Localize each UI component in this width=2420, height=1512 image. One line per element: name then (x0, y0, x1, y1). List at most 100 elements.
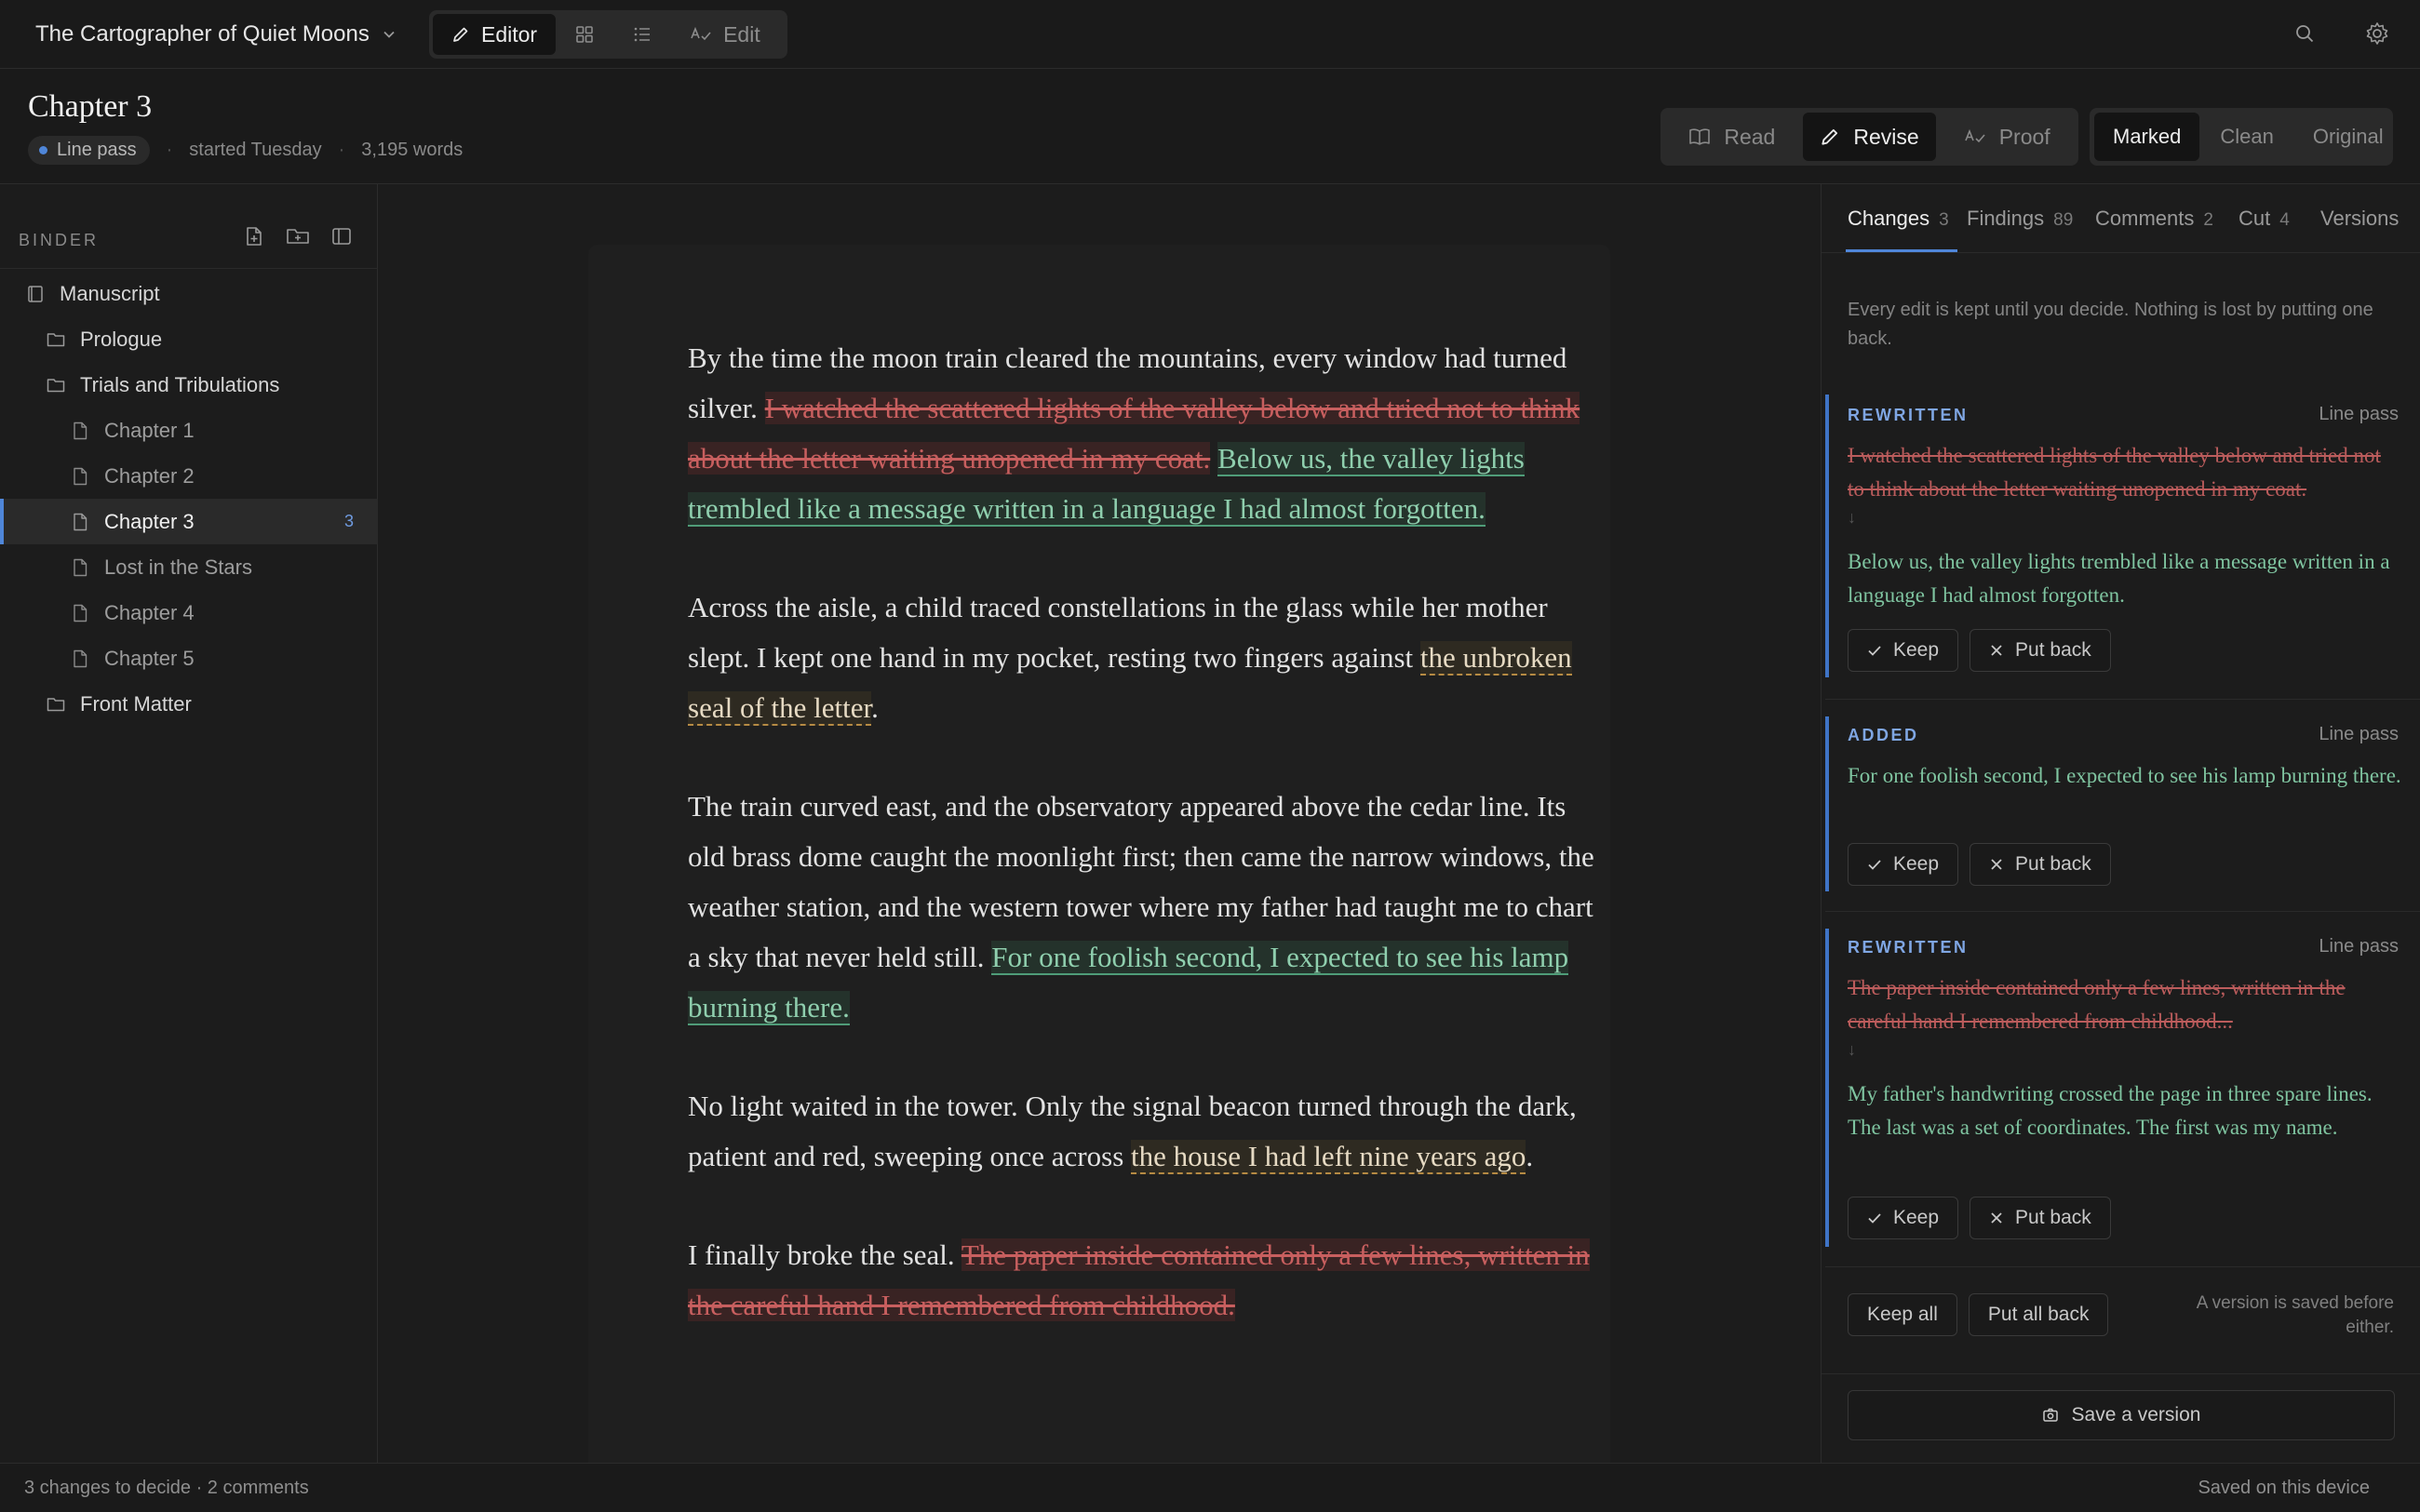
tab-comments[interactable]: Comments 2 (2095, 207, 2213, 231)
change-pass: Line pass (2319, 404, 2399, 424)
revised-text: My father's handwriting crossed the page… (1848, 1082, 2373, 1139)
mode-editor-label: Editor (481, 21, 538, 47)
settings-button[interactable] (2362, 19, 2392, 48)
status-dot-icon (39, 146, 47, 154)
binder-item-front-matter[interactable]: Front Matter (0, 681, 378, 727)
view-read-button[interactable]: Read (1665, 113, 1799, 161)
markup-original-button[interactable]: Original (2294, 113, 2402, 161)
folder-icon (47, 376, 65, 395)
document-icon (71, 513, 89, 531)
binder-item-chapter-4[interactable]: Chapter 4 (0, 590, 378, 636)
editor-area: By the time the moon train cleared the m… (379, 184, 1820, 1463)
top-bar: The Cartographer of Quiet Moons Editor E… (0, 0, 2420, 69)
binder-item-label: Trials and Tribulations (80, 372, 280, 396)
new-folder-icon[interactable] (286, 225, 310, 248)
put-back-button[interactable]: Put back (1970, 843, 2111, 886)
view-revise-button[interactable]: Revise (1802, 113, 1937, 161)
view-proof-button[interactable]: Proof (1940, 113, 2074, 161)
put-back-label: Put back (2015, 639, 2091, 661)
mode-grid-button[interactable] (556, 14, 613, 55)
manuscript-text[interactable]: By the time the moon train cleared the m… (688, 333, 1600, 1379)
change-card: REWRITTEN Line pass The paper inside con… (1825, 929, 2420, 1267)
paragraph[interactable]: Across the aisle, a child traced constel… (688, 582, 1600, 733)
binder-item-lost-in-the-stars[interactable]: Lost in the Stars (0, 544, 378, 590)
close-icon (1991, 859, 2002, 870)
binder-item-chapter-5[interactable]: Chapter 5 (0, 636, 378, 681)
status-left: 3 changes to decide · 2 comments (24, 1477, 309, 1498)
binder-item-chapter-3[interactable]: Chapter 3 3 (0, 499, 378, 544)
active-tab-indicator (1846, 249, 1957, 252)
binder-item-manuscript[interactable]: Manuscript (0, 271, 378, 316)
markup-marked-button[interactable]: Marked (2094, 113, 2200, 161)
mode-edit-button[interactable]: Edit (671, 14, 779, 55)
keep-button[interactable]: Keep (1848, 843, 1959, 886)
put-all-back-button[interactable]: Put all back (1968, 1293, 2109, 1336)
put-back-button[interactable]: Put back (1970, 1197, 2111, 1239)
change-type: REWRITTEN (1848, 938, 1969, 957)
tab-label: Versions (2320, 207, 2400, 230)
paragraph[interactable]: No light waited in the tower. Only the s… (688, 1081, 1600, 1182)
gear-icon (2366, 22, 2388, 45)
tab-changes[interactable]: Changes 3 (1848, 207, 1949, 231)
mode-list-button[interactable] (613, 14, 671, 55)
grid-icon (576, 26, 593, 43)
review-panel: Changes 3 Findings 89 Comments 2 Cut 4 Versi… (1821, 184, 2420, 1463)
finding-highlight[interactable]: the house I had left nine years ago (1131, 1140, 1526, 1174)
meta-separator: · (338, 140, 345, 160)
document-icon (71, 604, 89, 622)
binder-item-prologue[interactable]: Prologue (0, 316, 378, 362)
binder-item-label: Chapter 1 (104, 418, 195, 442)
version-note: A version is saved before either. (2196, 1293, 2394, 1337)
paragraph[interactable]: The train curved east, and the observato… (688, 782, 1600, 1033)
revised-text: Below us, the valley lights trembled lik… (1848, 550, 2390, 607)
original-text: The paper inside contained only a few li… (1848, 976, 2346, 1033)
chevron-down-icon (383, 31, 395, 38)
binder-item-label: Chapter 3 (104, 509, 195, 533)
keep-button[interactable]: Keep (1848, 1197, 1959, 1239)
tab-label: Changes (1848, 207, 1930, 230)
spellcheck-icon (1964, 128, 1985, 143)
document-icon (71, 467, 89, 486)
keep-button[interactable]: Keep (1848, 629, 1959, 672)
pass-badge[interactable]: Line pass (28, 136, 150, 165)
document-icon (71, 421, 89, 440)
binder-item-label: Chapter 2 (104, 463, 195, 488)
save-version-label: Save a version (2071, 1404, 2201, 1425)
project-switcher[interactable]: The Cartographer of Quiet Moons (35, 19, 396, 50)
document-title: Chapter 3 (28, 89, 153, 124)
tab-cut[interactable]: Cut 4 (2238, 207, 2290, 231)
binder-item-chapter-2[interactable]: Chapter 2 (0, 453, 378, 499)
save-version-button[interactable]: Save a version (1848, 1390, 2395, 1440)
binder-heading: BINDER (19, 231, 100, 249)
check-icon (1868, 646, 1881, 656)
pencil-icon (1822, 128, 1838, 145)
paragraph[interactable]: By the time the moon train cleared the m… (688, 333, 1600, 534)
card-accent-bar (1825, 716, 1829, 891)
put-back-button[interactable]: Put back (1970, 629, 2111, 672)
keep-all-button[interactable]: Keep all (1848, 1293, 1957, 1336)
top-actions (2290, 19, 2392, 48)
search-button[interactable] (2290, 19, 2319, 48)
mode-editor-button[interactable]: Editor (433, 14, 557, 55)
binder-item-label: Prologue (80, 327, 163, 351)
binder-item-chapter-1[interactable]: Chapter 1 (0, 408, 378, 453)
binder-item-trials-and-tribulations[interactable]: Trials and Tribulations (0, 362, 378, 408)
markup-clean-button[interactable]: Clean (2201, 113, 2292, 161)
folder-icon (47, 695, 65, 714)
sidebar-toggle-icon[interactable] (330, 225, 353, 248)
original-text: I watched the scattered lights of the va… (1848, 444, 2381, 501)
binder-item-label: Front Matter (80, 691, 192, 716)
tab-versions[interactable]: Versions (2320, 207, 2399, 231)
project-title: The Cartographer of Quiet Moons (35, 21, 370, 47)
close-icon (1991, 645, 2002, 656)
new-document-icon[interactable] (243, 225, 265, 248)
panel-intro: Every edit is kept until you decide. Not… (1848, 300, 2373, 349)
paragraph[interactable]: I finally broke the seal. The paper insi… (688, 1230, 1600, 1331)
list-icon (634, 27, 651, 42)
tab-count: 2 (2203, 210, 2213, 230)
tab-findings[interactable]: Findings 89 (1967, 207, 2073, 231)
meta-separator: · (166, 140, 173, 160)
binder-tree: Manuscript Prologue Trials and Tribulati… (0, 271, 378, 727)
check-icon (1868, 860, 1881, 870)
card-actions: Keep Put back (1848, 1197, 2111, 1239)
